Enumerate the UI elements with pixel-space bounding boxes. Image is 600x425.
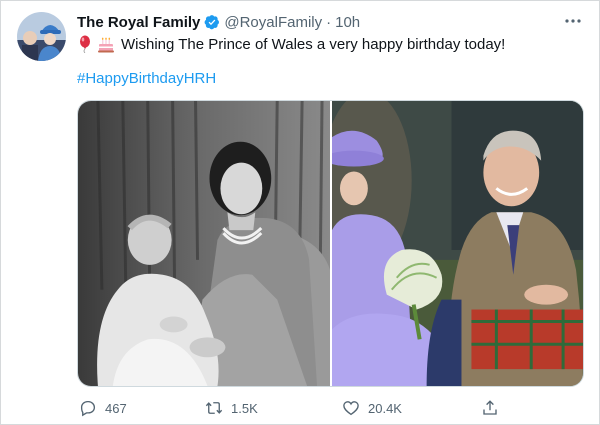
reply-button[interactable]: 467 — [79, 397, 127, 419]
separator-dot: · — [326, 13, 332, 31]
retweet-button[interactable]: 1.5K — [205, 397, 258, 419]
photo-outdoor[interactable] — [332, 101, 583, 386]
share-button[interactable] — [481, 397, 507, 419]
hashtag-link[interactable]: #HappyBirthdayHRH — [77, 70, 216, 87]
reply-icon — [80, 400, 96, 417]
media-grid — [77, 100, 584, 387]
tweet-text-line: Wishing The Prince of Wales a very happy… — [77, 33, 505, 55]
tweet-text: Wishing The Prince of Wales a very happy… — [121, 35, 506, 53]
like-button[interactable]: 20.4K — [342, 397, 402, 419]
verified-badge-icon — [204, 15, 220, 30]
photo-portrait[interactable] — [78, 101, 330, 386]
reply-count: 467 — [105, 400, 127, 416]
share-icon — [483, 400, 497, 415]
retweet-icon — [205, 402, 223, 414]
balloon-icon — [80, 35, 90, 53]
handle[interactable]: @RoyalFamily — [224, 14, 322, 31]
birthday-cake-icon — [98, 37, 114, 53]
action-bar: 467 1.5K 20.4K — [69, 397, 509, 419]
like-count: 20.4K — [368, 400, 402, 416]
display-name[interactable]: The Royal Family — [77, 14, 200, 31]
like-icon — [343, 401, 359, 416]
tweet-card: The Royal Family @RoyalFamily · 10h Wish… — [0, 0, 600, 425]
tweet-header: The Royal Family @RoyalFamily · 10h — [77, 12, 360, 32]
avatar[interactable] — [17, 12, 66, 61]
timestamp[interactable]: 10h — [335, 14, 360, 31]
more-options-icon[interactable] — [563, 13, 583, 29]
retweet-count: 1.5K — [231, 400, 258, 416]
